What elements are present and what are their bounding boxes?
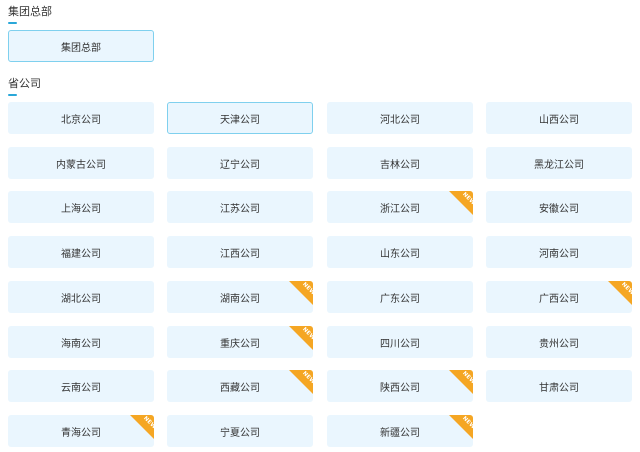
card-label: 四川公司: [380, 338, 420, 350]
province-card[interactable]: 河北公司: [327, 102, 473, 134]
title-underline: [8, 94, 17, 96]
province-card[interactable]: 青海公司 NEW: [8, 415, 154, 447]
card-label: 江西公司: [220, 248, 260, 260]
new-badge: NEW: [289, 370, 313, 394]
province-card[interactable]: 安徽公司: [486, 191, 632, 223]
card-label: 河北公司: [380, 114, 420, 126]
new-badge-text: NEW: [461, 415, 473, 431]
card-label: 湖南公司: [220, 293, 260, 305]
province-card[interactable]: 山西公司: [486, 102, 632, 134]
new-badge: NEW: [449, 191, 473, 215]
card-label: 内蒙古公司: [56, 159, 106, 171]
province-card[interactable]: 广东公司: [327, 281, 473, 313]
card-label: 集团总部: [61, 42, 101, 54]
province-card[interactable]: 河南公司: [486, 236, 632, 268]
card-label: 黑龙江公司: [534, 159, 584, 171]
card-label: 宁夏公司: [220, 427, 260, 439]
card-label: 浙江公司: [380, 203, 420, 215]
card-label: 山东公司: [380, 248, 420, 260]
new-badge-text: NEW: [301, 326, 313, 342]
new-badge-text: NEW: [461, 370, 473, 386]
card-label: 陕西公司: [380, 382, 420, 394]
province-card[interactable]: 重庆公司 NEW: [167, 326, 313, 358]
card-label: 海南公司: [61, 338, 101, 350]
province-card[interactable]: 浙江公司 NEW: [327, 191, 473, 223]
card-label: 重庆公司: [220, 338, 260, 350]
card-label: 云南公司: [61, 382, 101, 394]
province-card[interactable]: 江西公司: [167, 236, 313, 268]
province-card[interactable]: 四川公司: [327, 326, 473, 358]
group-section-title: 集团总部: [8, 3, 52, 24]
card-label: 青海公司: [61, 427, 101, 439]
new-badge: NEW: [449, 415, 473, 439]
province-card[interactable]: 甘肃公司: [486, 370, 632, 402]
province-card[interactable]: 内蒙古公司: [8, 147, 154, 179]
province-section-title-text: 省公司: [8, 77, 41, 90]
province-card[interactable]: 云南公司: [8, 370, 154, 402]
group-hq-card[interactable]: 集团总部: [8, 30, 154, 62]
province-card[interactable]: 陕西公司 NEW: [327, 370, 473, 402]
card-label: 新疆公司: [380, 427, 420, 439]
new-badge: NEW: [449, 370, 473, 394]
card-label: 辽宁公司: [220, 159, 260, 171]
province-card[interactable]: 天津公司: [167, 102, 313, 134]
card-label: 天津公司: [220, 114, 260, 126]
province-card[interactable]: 宁夏公司: [167, 415, 313, 447]
card-label: 江苏公司: [220, 203, 260, 215]
province-card[interactable]: 北京公司: [8, 102, 154, 134]
new-badge: NEW: [130, 415, 154, 439]
province-section-title: 省公司: [8, 75, 41, 96]
province-card[interactable]: 新疆公司 NEW: [327, 415, 473, 447]
new-badge-text: NEW: [301, 370, 313, 386]
card-label: 福建公司: [61, 248, 101, 260]
province-card[interactable]: 黑龙江公司: [486, 147, 632, 179]
province-card[interactable]: 福建公司: [8, 236, 154, 268]
province-card[interactable]: 上海公司: [8, 191, 154, 223]
new-badge: NEW: [608, 281, 632, 305]
province-card[interactable]: 湖北公司: [8, 281, 154, 313]
province-card[interactable]: 辽宁公司: [167, 147, 313, 179]
card-label: 广西公司: [539, 293, 579, 305]
new-badge-text: NEW: [620, 281, 632, 297]
card-label: 吉林公司: [380, 159, 420, 171]
new-badge: NEW: [289, 326, 313, 350]
card-label: 上海公司: [61, 203, 101, 215]
province-card[interactable]: 贵州公司: [486, 326, 632, 358]
new-badge-text: NEW: [301, 281, 313, 297]
card-label: 河南公司: [539, 248, 579, 260]
province-card[interactable]: 江苏公司: [167, 191, 313, 223]
card-label: 北京公司: [61, 114, 101, 126]
new-badge-text: NEW: [461, 191, 473, 207]
group-section-title-text: 集团总部: [8, 5, 52, 18]
card-label: 安徽公司: [539, 203, 579, 215]
card-label: 山西公司: [539, 114, 579, 126]
card-label: 西藏公司: [220, 382, 260, 394]
province-card[interactable]: 湖南公司 NEW: [167, 281, 313, 313]
new-badge: NEW: [289, 281, 313, 305]
province-card[interactable]: 山东公司: [327, 236, 473, 268]
title-underline: [8, 22, 17, 24]
card-label: 广东公司: [380, 293, 420, 305]
province-card[interactable]: 西藏公司 NEW: [167, 370, 313, 402]
province-card[interactable]: 广西公司 NEW: [486, 281, 632, 313]
province-card[interactable]: 海南公司: [8, 326, 154, 358]
card-label: 贵州公司: [539, 338, 579, 350]
card-label: 甘肃公司: [539, 382, 579, 394]
card-label: 湖北公司: [61, 293, 101, 305]
province-card[interactable]: 吉林公司: [327, 147, 473, 179]
new-badge-text: NEW: [142, 415, 154, 431]
